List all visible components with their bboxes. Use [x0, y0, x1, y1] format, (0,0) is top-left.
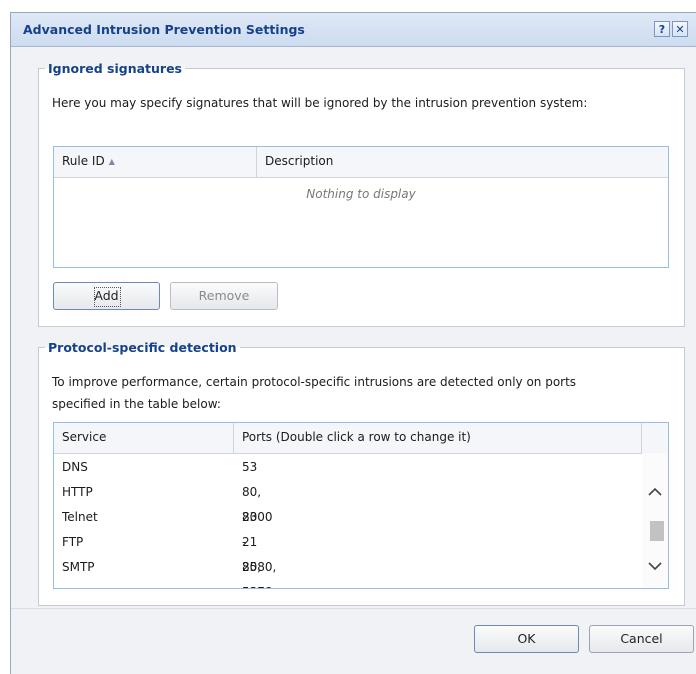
- ignored-signatures-legend: Ignored signatures: [48, 61, 182, 76]
- ports-cell: 21: [242, 535, 258, 549]
- cancel-button[interactable]: Cancel: [589, 625, 694, 653]
- column-header-rule-id-label: Rule ID: [62, 154, 105, 168]
- dialog-titlebar[interactable]: Advanced Intrusion Prevention Settings ?…: [11, 13, 696, 47]
- service-cell: HTTP: [62, 485, 93, 499]
- ok-button[interactable]: OK: [474, 625, 579, 653]
- empty-grid-message: Nothing to display: [306, 187, 416, 201]
- add-button-focus-ring: [94, 287, 121, 307]
- protocol-detection-legend: Protocol-specific detection: [48, 340, 237, 355]
- protocol-ports-grid[interactable]: Service Ports (Double click a row to cha…: [53, 422, 669, 589]
- ports-cell: 23: [242, 510, 258, 524]
- grid-header: Service Ports (Double click a row to cha…: [54, 423, 668, 454]
- service-cell: SMTP: [62, 560, 95, 574]
- remove-button[interactable]: Remove: [170, 282, 278, 310]
- protocol-detection-description: To improve performance, certain protocol…: [52, 371, 576, 415]
- service-cell: Telnet: [62, 510, 98, 524]
- ignored-signatures-grid[interactable]: Rule ID ▲ Description Nothing to display: [53, 146, 669, 268]
- vertical-scrollbar[interactable]: [642, 453, 668, 588]
- column-header-rule-id[interactable]: Rule ID ▲: [54, 147, 257, 177]
- help-icon[interactable]: ?: [654, 21, 670, 37]
- column-header-ports[interactable]: Ports (Double click a row to change it): [234, 423, 642, 453]
- column-header-service[interactable]: Service: [54, 423, 234, 453]
- ignored-signatures-description: Here you may specify signatures that wil…: [52, 96, 588, 110]
- protocol-description-line-2: specified in the table below:: [52, 397, 221, 411]
- sort-ascending-icon: ▲: [108, 157, 115, 166]
- ports-cell: 53: [242, 460, 258, 474]
- service-cell: FTP: [62, 535, 84, 549]
- ports-cell: 25, 587, 691: [242, 560, 269, 588]
- scrollbar-thumb[interactable]: [650, 521, 664, 541]
- dialog-footer: OK Cancel: [11, 608, 696, 674]
- advanced-ips-settings-dialog: Advanced Intrusion Prevention Settings ?…: [10, 12, 696, 674]
- chevron-down-icon[interactable]: [648, 561, 662, 571]
- column-header-description[interactable]: Description: [257, 147, 668, 177]
- close-icon[interactable]: ✕: [672, 21, 688, 37]
- protocol-description-line-1: To improve performance, certain protocol…: [52, 375, 577, 389]
- chevron-up-icon[interactable]: [648, 487, 662, 497]
- grid-header: Rule ID ▲ Description: [54, 147, 668, 178]
- service-cell: DNS: [62, 460, 88, 474]
- dialog-title: Advanced Intrusion Prevention Settings: [23, 22, 305, 37]
